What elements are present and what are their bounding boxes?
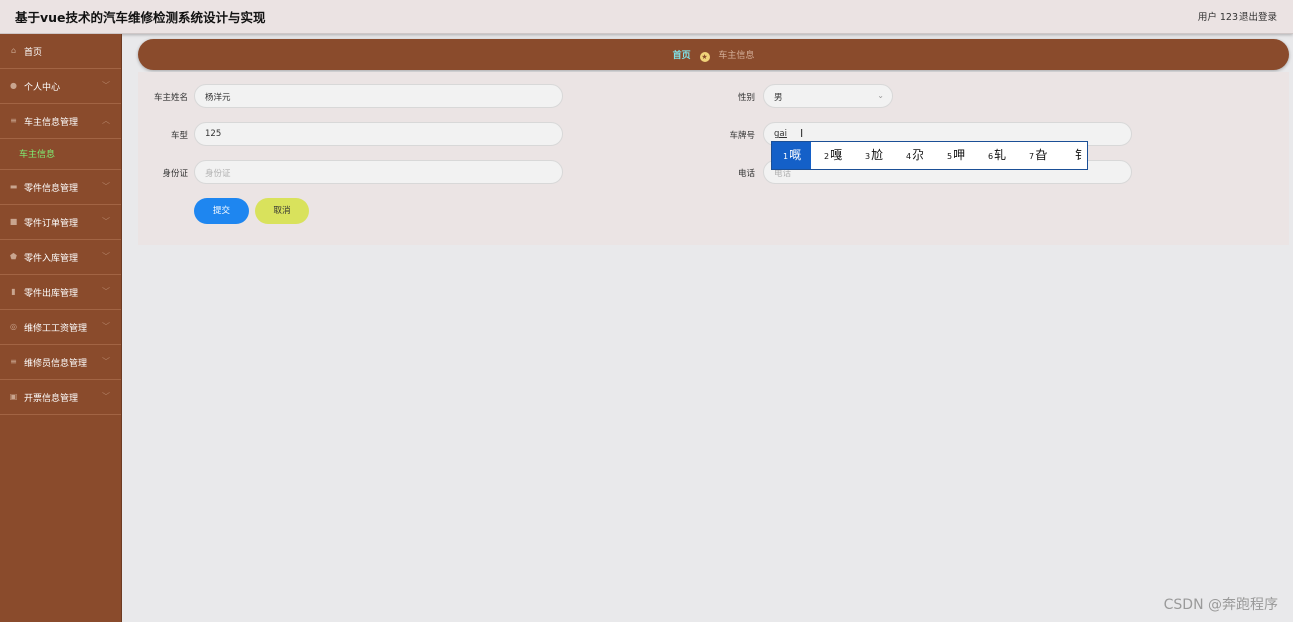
sidebar-item-label: 维修员信息管理: [24, 359, 88, 369]
ime-candidate-popup: 1嘅 2嘎 3尬 4尕 5呷 6轧 7旮 钅: [771, 141, 1088, 170]
wage-icon: ◎: [10, 322, 17, 331]
chevron-down-icon: ﹀: [102, 357, 110, 366]
gender-label: 性别: [737, 93, 755, 103]
sidebar-item-mechanic-wages[interactable]: ◎ 维修工工资管理 ﹀: [0, 310, 121, 345]
plate-number-label: 车牌号: [729, 131, 755, 141]
breadcrumb-trail: 首页 ★ 车主信息: [138, 48, 1289, 62]
top-header: 基于vue技术的汽车维修检测系统设计与实现 用户 123 退出登录: [0, 0, 1293, 34]
list-icon: ≡: [10, 116, 17, 125]
chevron-down-icon: ﹀: [102, 217, 110, 226]
sidebar-item-parts-inbound[interactable]: ⬟ 零件入库管理 ﹀: [0, 240, 121, 275]
text-cursor-icon: I: [800, 127, 804, 140]
chevron-down-icon: ﹀: [102, 182, 110, 191]
chevron-down-icon: ﹀: [102, 322, 110, 331]
user-label: 用户 123: [1197, 12, 1238, 23]
list-icon: ≡: [10, 357, 17, 366]
car-model-label: 车型: [170, 131, 188, 141]
sidebar-item-label: 个人中心: [24, 83, 61, 93]
user-icon: ●: [10, 81, 17, 90]
chevron-down-icon: ﹀: [102, 287, 110, 296]
ime-candidate[interactable]: 7旮: [1029, 142, 1047, 169]
sidebar-item-parts-outbound[interactable]: ▮ 零件出库管理 ﹀: [0, 275, 121, 310]
sidebar-item-mechanic-info[interactable]: ≡ 维修员信息管理 ﹀: [0, 345, 121, 380]
car-model-input[interactable]: 125: [194, 122, 563, 146]
sidebar-item-label: 零件订单管理: [24, 219, 79, 229]
plate-number-composing-text: gai: [774, 129, 787, 139]
watermark: CSDN @奔跑程序: [1163, 597, 1278, 613]
sidebar-subitem-owner-info[interactable]: 车主信息: [0, 139, 121, 170]
sidebar-item-label: 零件出库管理: [24, 289, 79, 299]
sidebar-item-label: 零件入库管理: [24, 254, 79, 264]
sidebar-item-personal-center[interactable]: ● 个人中心 ﹀: [0, 69, 121, 104]
logout-link[interactable]: 退出登录: [1239, 9, 1277, 23]
sidebar-item-invoice-info[interactable]: ▣ 开票信息管理 ﹀: [0, 380, 121, 415]
chevron-down-icon: ﹀: [102, 252, 110, 261]
ime-candidate[interactable]: 6轧: [988, 142, 1006, 169]
owner-name-input[interactable]: 杨洋元: [194, 84, 563, 108]
ime-candidate[interactable]: 4尕: [906, 142, 924, 169]
chevron-down-icon: ﹀: [102, 392, 110, 401]
chevron-up-icon: ︿: [102, 116, 110, 125]
sidebar-item-label: 零件信息管理: [24, 184, 79, 194]
sidebar-item-label: 车主信息管理: [24, 118, 79, 128]
gender-select[interactable]: 男 ⌄: [763, 84, 893, 108]
ime-candidate[interactable]: 2嘎: [824, 142, 842, 169]
breadcrumb: 首页 ★ 车主信息: [138, 39, 1289, 70]
app-title: 基于vue技术的汽车维修检测系统设计与实现: [15, 10, 266, 25]
id-card-input[interactable]: 身份证: [194, 160, 563, 184]
breadcrumb-current: 车主信息: [718, 51, 755, 61]
sidebar-item-home[interactable]: ⌂ 首页: [0, 34, 121, 69]
phone-label: 电话: [737, 169, 755, 179]
invoice-icon: ▣: [9, 392, 18, 401]
sidebar-item-owner-management[interactable]: ≡ 车主信息管理 ︿: [0, 104, 121, 139]
ime-candidate[interactable]: 5呷: [947, 142, 965, 169]
chevron-down-icon: ⌄: [877, 91, 884, 100]
sidebar-item-parts-orders[interactable]: ■ 零件订单管理 ﹀: [0, 205, 121, 240]
gender-select-value: 男: [774, 93, 783, 103]
star-icon: ★: [699, 52, 710, 62]
shield-icon: ⬟: [10, 252, 17, 261]
home-icon: ⌂: [10, 46, 17, 55]
owner-form: 车主姓名 杨洋元 性别 男 ⌄ 车型 125 车牌号 gai I 身份证 身份证…: [138, 72, 1289, 245]
sidebar-item-label: 开票信息管理: [24, 394, 79, 404]
sidebar-subitem-label: 车主信息: [19, 150, 56, 160]
clipboard-icon: ▮: [11, 287, 16, 296]
sidebar: ⌂ 首页 ● 个人中心 ﹀ ≡ 车主信息管理 ︿ 车主信息 ▬ 零件信息管理 ﹀…: [0, 34, 122, 622]
chevron-down-icon: ﹀: [102, 81, 110, 90]
sidebar-item-parts-info[interactable]: ▬ 零件信息管理 ﹀: [0, 170, 121, 205]
ime-candidate[interactable]: 1嘅: [772, 142, 812, 169]
id-card-label: 身份证: [162, 169, 188, 179]
breadcrumb-home-link[interactable]: 首页: [673, 51, 691, 61]
sidebar-item-label: 维修工工资管理: [24, 324, 88, 334]
sidebar-item-label: 首页: [24, 48, 43, 58]
submit-button[interactable]: 提交: [194, 198, 249, 224]
car-icon: ▬: [9, 182, 18, 191]
ime-candidate[interactable]: 3尬: [865, 142, 883, 169]
cancel-button[interactable]: 取消: [255, 198, 309, 224]
ime-candidate[interactable]: 钅: [1074, 142, 1087, 169]
order-icon: ■: [9, 217, 18, 226]
owner-name-label: 车主姓名: [153, 93, 188, 103]
